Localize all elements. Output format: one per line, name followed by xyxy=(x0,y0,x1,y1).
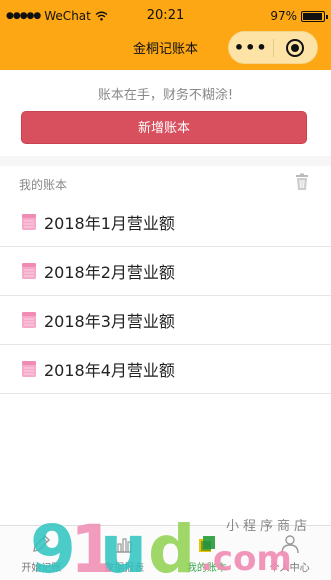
ledger-item[interactable]: 2018年1月营业额 xyxy=(0,198,331,247)
status-right: 97% xyxy=(270,9,328,23)
close-miniapp-button[interactable] xyxy=(273,38,317,57)
book-icon xyxy=(198,536,215,552)
tab-label: 开始记账 xyxy=(21,563,62,574)
ledger-item[interactable]: 2018年3月营业额 xyxy=(0,296,331,345)
header: ●●●●● WeChat 20:21 97% 金桐记账本 ••• xyxy=(0,0,331,70)
notebook-icon xyxy=(22,312,36,328)
ledger-item[interactable]: 2018年2月营业额 xyxy=(0,247,331,296)
notebook-icon xyxy=(22,214,36,230)
battery-icon xyxy=(301,10,328,22)
ledger-name: 2018年3月营业额 xyxy=(44,312,175,331)
tab-label: 个人中心 xyxy=(269,563,310,574)
close-circle-icon xyxy=(286,38,305,57)
ledger-section-header: 我的账本 xyxy=(0,166,331,198)
ledger-list: 2018年1月营业额 2018年2月营业额 2018年3月营业额 2018年4月… xyxy=(0,198,331,394)
slogan: 账本在手，财务不糊涂! xyxy=(97,88,234,103)
ledger-name: 2018年2月营业额 xyxy=(44,263,175,282)
section-title: 我的账本 xyxy=(19,178,68,192)
notebook-icon xyxy=(22,361,36,377)
chart-icon xyxy=(116,538,133,553)
more-icon[interactable]: ••• xyxy=(229,38,273,57)
tab-my-ledgers[interactable]: 我的账本 xyxy=(166,526,249,580)
pen-icon xyxy=(33,535,51,552)
tab-label: 数据报表 xyxy=(104,563,145,574)
tab-personal-center[interactable]: 个人中心 xyxy=(248,526,331,580)
miniapp-capsule: ••• xyxy=(228,31,318,64)
status-bar: ●●●●● WeChat 20:21 97% xyxy=(0,0,331,32)
notebook-icon xyxy=(22,263,36,279)
battery-percent: 97% xyxy=(270,9,297,23)
new-ledger-button[interactable]: 新增账本 xyxy=(21,111,307,144)
trash-icon[interactable] xyxy=(295,173,309,191)
ledger-name: 2018年4月营业额 xyxy=(44,361,175,380)
tab-label: 我的账本 xyxy=(186,563,227,574)
ledger-item[interactable]: 2018年4月营业额 xyxy=(0,345,331,394)
tab-data-report[interactable]: 数据报表 xyxy=(83,526,166,580)
battery-fill xyxy=(303,12,322,20)
user-icon xyxy=(280,535,299,554)
ledger-name: 2018年1月营业额 xyxy=(44,214,175,233)
tab-bar: 开始记账 数据报表 我的账本 个人中心 xyxy=(0,525,331,580)
tab-start-bookkeeping[interactable]: 开始记账 xyxy=(0,526,83,580)
section-divider xyxy=(0,156,331,166)
